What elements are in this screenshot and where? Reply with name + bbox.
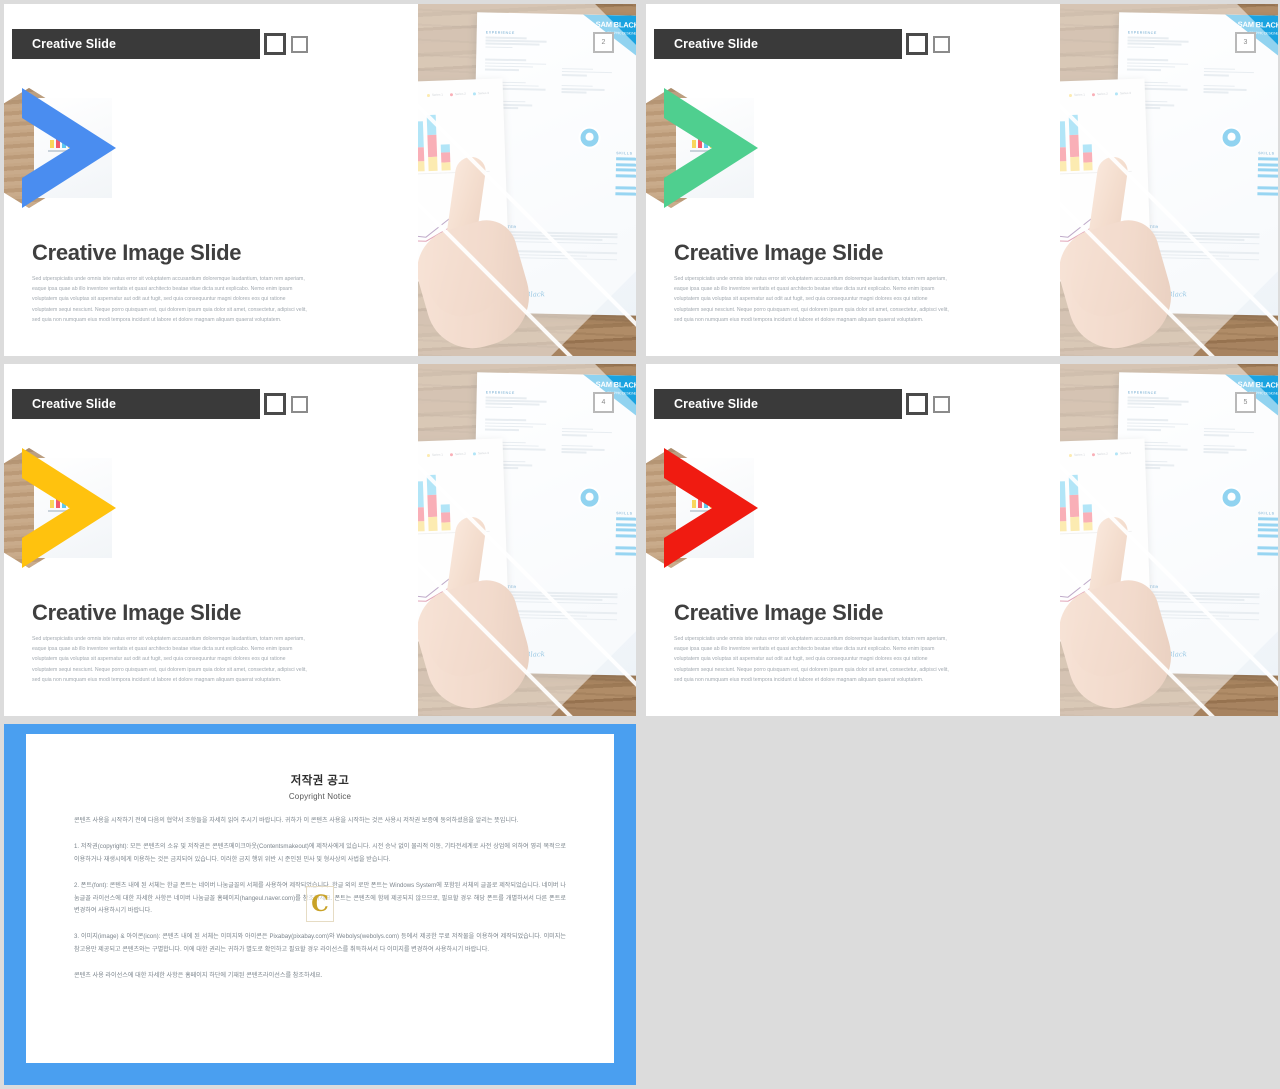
chevron-right-icon <box>12 82 124 214</box>
resume-skills-block: SKILLS <box>615 151 636 198</box>
decorative-diamond-cluster-1 <box>4 82 126 214</box>
slide-photo-2: SAM BLACK GRAPHIC DESIGNER EXPERIENCE SK… <box>1060 4 1278 356</box>
slide-photo-3: SAM BLACK GRAPHIC DESIGNER EXPERIENCE SK… <box>418 364 636 716</box>
page-number-badge: 4 <box>593 392 614 413</box>
header-square-small-icon <box>933 36 950 53</box>
legend-entry: Series 2 <box>449 92 466 97</box>
chart-legend: Series 1 Series 2 Series 3 <box>426 91 489 98</box>
slide-title-2: Creative Image Slide <box>674 240 884 265</box>
slide-deck-thumbnail-sheet: SAM BLACK GRAPHIC DESIGNER EXPERIENCE SK… <box>0 0 1280 1089</box>
slide-thumbnail-2[interactable]: SAM BLACK GRAPHIC DESIGNER EXPERIENCE SK… <box>646 4 1278 356</box>
slide-header-label: Creative Slide <box>674 397 759 411</box>
resume-column-right <box>561 66 624 96</box>
slide-title-1: Creative Image Slide <box>32 240 242 265</box>
legend-entry: Series 2 <box>449 452 466 457</box>
watermark-logo: C <box>306 886 334 922</box>
chevron-right-icon <box>654 442 766 574</box>
empty-background-area <box>640 724 1280 1089</box>
header-square-large-icon <box>264 33 286 55</box>
copyright-title-english: Copyright Notice <box>288 792 352 801</box>
resume-section-experience: EXPERIENCE <box>485 30 515 36</box>
page-number-badge: 3 <box>1235 32 1256 53</box>
slide-photo-1: SAM BLACK GRAPHIC DESIGNER EXPERIENCE SK… <box>418 4 636 356</box>
header-square-large-icon <box>906 393 928 415</box>
slide-thumbnail-3[interactable]: SAM BLACK GRAPHIC DESIGNER EXPERIENCE SK… <box>4 364 636 716</box>
slide-header-bar-3: Creative Slide <box>12 389 260 419</box>
slide-header-label: Creative Slide <box>32 37 117 51</box>
resume-skills-block: SKILLS <box>615 511 636 558</box>
copyright-item-copyright: 1. 저작권(copyright): 모든 콘텐츠의 소유 및 저작권은 콘텐츠… <box>74 843 566 863</box>
legend-entry: Series 3 <box>1114 451 1131 456</box>
chart-legend: Series 1 Series 2 Series 3 <box>1068 451 1131 458</box>
legend-entry: Series 3 <box>472 451 489 456</box>
chevron-right-icon <box>654 82 766 214</box>
resume-avatar-icon <box>578 126 601 149</box>
header-square-small-icon <box>933 396 950 413</box>
copyright-footer-paragraph: 콘텐츠 사용 라이선스에 대한 자세한 사항은 홈페이지 하단에 기재된 콘텐츠… <box>74 972 323 980</box>
resume-skills-block: SKILLS <box>1257 151 1278 198</box>
resume-column-right <box>561 426 624 456</box>
chart-legend: Series 1 Series 2 Series 3 <box>426 451 489 458</box>
decorative-diamond-cluster-2 <box>646 82 768 214</box>
header-square-small-icon <box>291 396 308 413</box>
slide-body-3: Sed utperspiciatis unde omnis iste natus… <box>32 636 307 683</box>
slide-body-4: Sed utperspiciatis unde omnis iste natus… <box>674 636 949 683</box>
copyright-intro-paragraph: 콘텐츠 사용을 시작하기 전에 다음의 협약서 조항들을 자세히 읽어 주시기 … <box>74 817 519 824</box>
slide-thumbnail-4[interactable]: SAM BLACK GRAPHIC DESIGNER EXPERIENCE SK… <box>646 364 1278 716</box>
copyright-card: 저작권 공고 Copyright Notice 콘텐츠 사용을 시작하기 전에 … <box>26 734 614 1063</box>
legend-entry: Series 1 <box>1068 93 1085 98</box>
chevron-right-icon <box>12 442 124 574</box>
resume-column-right <box>1203 426 1266 456</box>
slide-body-1: Sed utperspiciatis unde omnis iste natus… <box>32 276 307 323</box>
legend-entry: Series 2 <box>1091 452 1108 457</box>
copyright-item-image-icon: 3. 이미지(image) & 아이콘(icon): 콘텐츠 내에 된 서체는 … <box>74 933 566 953</box>
slide-header-bar-2: Creative Slide <box>654 29 902 59</box>
slide-header-bar-1: Creative Slide <box>12 29 260 59</box>
decorative-diamond-cluster-4 <box>646 442 768 574</box>
legend-entry: Series 1 <box>426 93 443 98</box>
chart-legend: Series 1 Series 2 Series 3 <box>1068 91 1131 98</box>
slide-photo-4: SAM BLACK GRAPHIC DESIGNER EXPERIENCE SK… <box>1060 364 1278 716</box>
header-square-large-icon <box>906 33 928 55</box>
header-square-large-icon <box>264 393 286 415</box>
copyright-title-korean: 저작권 공고 <box>290 775 350 787</box>
resume-skills-block: SKILLS <box>1257 511 1278 558</box>
slide-thumbnail-1[interactable]: SAM BLACK GRAPHIC DESIGNER EXPERIENCE SK… <box>4 4 636 356</box>
slide-header-label: Creative Slide <box>674 37 759 51</box>
page-number-badge: 5 <box>1235 392 1256 413</box>
resume-avatar-icon <box>1220 486 1243 509</box>
legend-entry: Series 3 <box>1114 91 1131 96</box>
decorative-diamond-cluster-3 <box>4 442 126 574</box>
slide-body-2: Sed utperspiciatis unde omnis iste natus… <box>674 276 949 323</box>
resume-avatar-icon <box>1220 126 1243 149</box>
resume-column-right <box>1203 66 1266 96</box>
resume-avatar-icon <box>578 486 601 509</box>
page-number-badge: 2 <box>593 32 614 53</box>
slide-header-bar-4: Creative Slide <box>654 389 902 419</box>
legend-entry: Series 1 <box>426 453 443 458</box>
resume-section-skills: SKILLS <box>616 151 633 156</box>
copyright-notice-slide[interactable]: 저작권 공고 Copyright Notice 콘텐츠 사용을 시작하기 전에 … <box>4 724 636 1085</box>
slide-title-4: Creative Image Slide <box>674 600 884 625</box>
legend-entry: Series 3 <box>472 91 489 96</box>
slide-header-label: Creative Slide <box>32 397 117 411</box>
slide-title-3: Creative Image Slide <box>32 600 242 625</box>
legend-entry: Series 1 <box>1068 453 1085 458</box>
legend-entry: Series 2 <box>1091 92 1108 97</box>
header-square-small-icon <box>291 36 308 53</box>
